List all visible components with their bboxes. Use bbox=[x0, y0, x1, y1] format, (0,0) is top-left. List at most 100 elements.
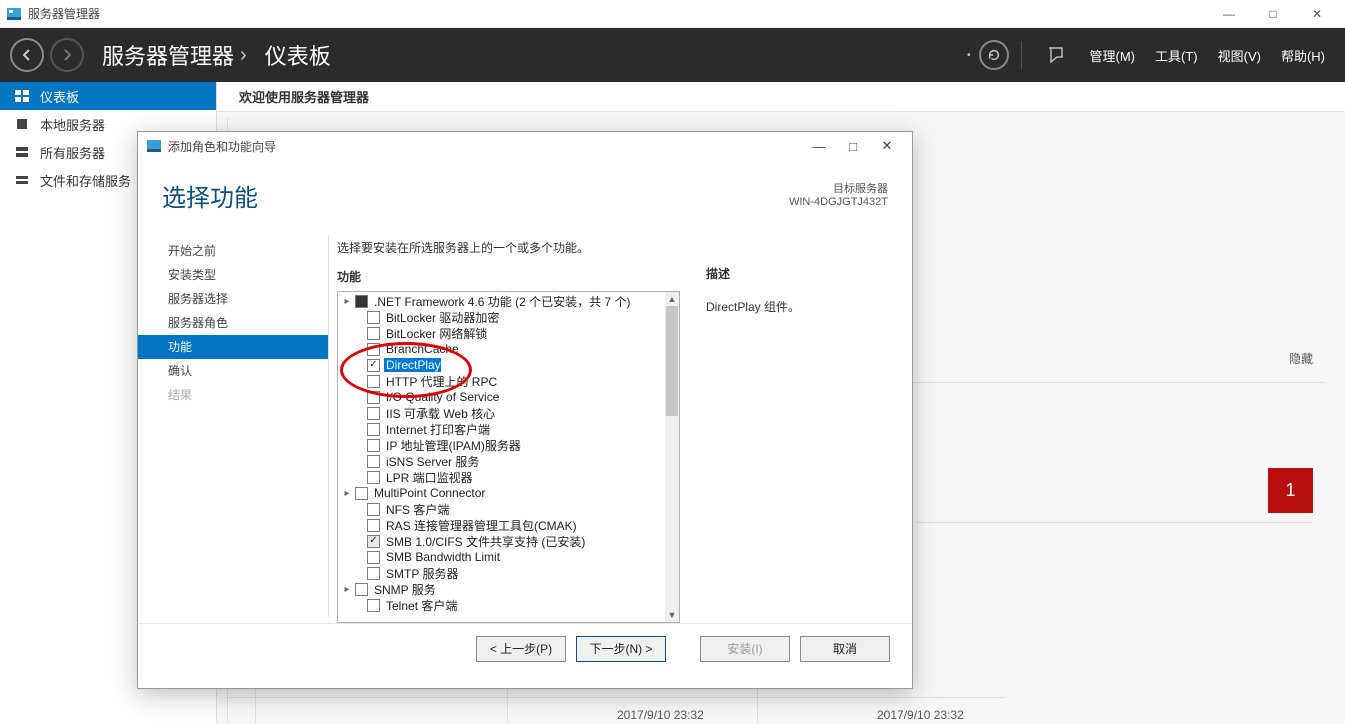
feature-checkbox[interactable] bbox=[367, 375, 380, 388]
feature-checkbox[interactable] bbox=[367, 503, 380, 516]
wizard-minimize-button[interactable]: ― bbox=[802, 133, 836, 159]
feature-item[interactable]: BitLocker 驱动器加密 bbox=[339, 309, 665, 325]
feature-item[interactable]: LPR 端口监视器 bbox=[339, 469, 665, 485]
feature-checkbox[interactable] bbox=[367, 599, 380, 612]
menu-help[interactable]: 帮助(H) bbox=[1271, 46, 1335, 65]
feature-item[interactable]: BranchCache bbox=[339, 341, 665, 357]
chevron-right-icon: › bbox=[240, 44, 247, 67]
hide-link[interactable]: 隐藏 bbox=[1289, 352, 1313, 366]
forward-button[interactable] bbox=[50, 38, 84, 72]
wizard-intro: 选择要安装在所选服务器上的一个或多个功能。 bbox=[337, 239, 680, 256]
feature-item[interactable]: DirectPlay bbox=[339, 357, 665, 373]
feature-item[interactable]: Internet 打印客户端 bbox=[339, 421, 665, 437]
feature-item[interactable]: I/O Quality of Service bbox=[339, 389, 665, 405]
feature-checkbox[interactable] bbox=[367, 551, 380, 564]
breadcrumb-root[interactable]: 服务器管理器 bbox=[102, 39, 234, 71]
feature-item[interactable]: SMB Bandwidth Limit bbox=[339, 549, 665, 565]
feature-checkbox[interactable] bbox=[355, 583, 368, 596]
menu-tools[interactable]: 工具(T) bbox=[1145, 46, 1208, 65]
scroll-down-icon[interactable]: ▼ bbox=[665, 608, 679, 622]
hide-link-panel: 隐藏 bbox=[1005, 340, 1325, 376]
feature-checkbox[interactable] bbox=[367, 535, 380, 548]
feature-checkbox[interactable] bbox=[367, 423, 380, 436]
feature-checkbox[interactable] bbox=[367, 519, 380, 532]
feature-checkbox[interactable] bbox=[367, 567, 380, 580]
feature-item[interactable]: HTTP 代理上的 RPC bbox=[339, 373, 665, 389]
feature-item[interactable]: NFS 客户端 bbox=[339, 501, 665, 517]
wizard-nav-confirm[interactable]: 确认 bbox=[162, 359, 328, 383]
refresh-button[interactable] bbox=[979, 40, 1009, 70]
scroll-up-icon[interactable]: ▲ bbox=[665, 292, 679, 306]
wizard-nav-install-type[interactable]: 安装类型 bbox=[162, 263, 328, 287]
expand-icon[interactable]: ▸ bbox=[341, 296, 353, 307]
features-list[interactable]: ▸.NET Framework 4.6 功能 (2 个已安装，共 7 个)Bit… bbox=[339, 293, 665, 621]
description-column: 描述 DirectPlay 组件。 bbox=[680, 239, 890, 623]
close-button[interactable]: ✕ bbox=[1295, 0, 1339, 28]
target-server-name: WIN-4DGJGTJ432T bbox=[789, 196, 888, 208]
notifications-flag-icon[interactable] bbox=[1040, 40, 1070, 70]
bg-divider bbox=[917, 522, 1313, 523]
minimize-button[interactable]: ― bbox=[1207, 0, 1251, 28]
maximize-button[interactable]: □ bbox=[1251, 0, 1295, 28]
feature-checkbox[interactable] bbox=[367, 455, 380, 468]
feature-item[interactable]: BitLocker 网络解锁 bbox=[339, 325, 665, 341]
wizard-nav-features[interactable]: 功能 bbox=[138, 335, 328, 359]
wizard-maximize-button[interactable]: □ bbox=[836, 133, 870, 159]
feature-item[interactable]: SMB 1.0/CIFS 文件共享支持 (已安装) bbox=[339, 533, 665, 549]
description-label: 描述 bbox=[706, 265, 890, 282]
back-button[interactable] bbox=[10, 38, 44, 72]
feature-item[interactable]: IIS 可承载 Web 核心 bbox=[339, 405, 665, 421]
feature-checkbox[interactable] bbox=[367, 439, 380, 452]
feature-checkbox[interactable] bbox=[367, 407, 380, 420]
feature-item[interactable]: SMTP 服务器 bbox=[339, 565, 665, 581]
wizard-close-button[interactable]: ✕ bbox=[870, 133, 904, 159]
feature-checkbox[interactable] bbox=[367, 391, 380, 404]
wizard-nav: 开始之前 安装类型 服务器选择 服务器角色 功能 确认 结果 bbox=[138, 229, 328, 623]
wizard-nav-results: 结果 bbox=[162, 383, 328, 407]
cancel-button[interactable]: 取消 bbox=[800, 636, 890, 662]
feature-item[interactable]: ▸SNMP 服务 bbox=[339, 581, 665, 597]
expand-icon[interactable]: ▸ bbox=[341, 584, 353, 595]
scrollbar[interactable]: ▲ ▼ bbox=[665, 292, 679, 622]
feature-item[interactable]: ▸MultiPoint Connector bbox=[339, 485, 665, 501]
feature-item[interactable]: ▸ .NET Framework 4.6 功能 (2 个已安装，共 7 个) bbox=[339, 293, 665, 309]
feature-checkbox[interactable] bbox=[367, 359, 380, 372]
feature-checkbox[interactable] bbox=[367, 327, 380, 340]
wizard-nav-server-select[interactable]: 服务器选择 bbox=[162, 287, 328, 311]
features-column: 选择要安装在所选服务器上的一个或多个功能。 功能 ▸.NET Framework… bbox=[337, 239, 680, 623]
feature-checkbox[interactable] bbox=[355, 487, 368, 500]
storage-icon bbox=[14, 172, 30, 188]
target-server-info: 目标服务器 WIN-4DGJGTJ432T bbox=[789, 178, 888, 208]
scroll-thumb[interactable] bbox=[666, 306, 678, 416]
feature-label: DirectPlay bbox=[384, 358, 441, 372]
sidebar-item-dashboard[interactable]: 仪表板 bbox=[0, 82, 216, 110]
menu-view[interactable]: 视图(V) bbox=[1208, 46, 1271, 65]
expand-icon[interactable]: ▸ bbox=[341, 488, 353, 499]
feature-checkbox[interactable] bbox=[355, 295, 368, 308]
feature-item[interactable]: Telnet 客户端 bbox=[339, 597, 665, 613]
wizard-header: 选择功能 目标服务器 WIN-4DGJGTJ432T bbox=[138, 160, 912, 219]
prev-button[interactable]: < 上一步(P) bbox=[476, 636, 566, 662]
feature-item[interactable]: IP 地址管理(IPAM)服务器 bbox=[339, 437, 665, 453]
wizard-footer: < 上一步(P) 下一步(N) > 安装(I) 取消 bbox=[138, 623, 912, 673]
feature-label: .NET Framework 4.6 功能 (2 个已安装，共 7 个) bbox=[372, 293, 630, 310]
feature-checkbox[interactable] bbox=[367, 471, 380, 484]
feature-label: BranchCache bbox=[384, 342, 459, 356]
welcome-header: 欢迎使用服务器管理器 bbox=[217, 82, 1345, 112]
wizard-body: 开始之前 安装类型 服务器选择 服务器角色 功能 确认 结果 选择要安装在所选服… bbox=[138, 219, 912, 623]
badge-count: 1 bbox=[1285, 480, 1295, 501]
next-button[interactable]: 下一步(N) > bbox=[576, 636, 666, 662]
breadcrumb-page[interactable]: 仪表板 bbox=[265, 39, 331, 71]
wizard-heading: 选择功能 bbox=[162, 178, 258, 213]
ribbon-divider bbox=[1021, 41, 1022, 69]
feature-checkbox[interactable] bbox=[367, 311, 380, 324]
feature-item[interactable]: iSNS Server 服务 bbox=[339, 453, 665, 469]
menu-manage[interactable]: 管理(M) bbox=[1080, 46, 1146, 65]
feature-label: IIS 可承载 Web 核心 bbox=[384, 405, 495, 422]
feature-label: SMTP 服务器 bbox=[384, 565, 458, 582]
wizard-nav-before[interactable]: 开始之前 bbox=[162, 239, 328, 263]
feature-item[interactable]: RAS 连接管理器管理工具包(CMAK) bbox=[339, 517, 665, 533]
wizard-nav-server-roles[interactable]: 服务器角色 bbox=[162, 311, 328, 335]
red-alert-badge[interactable]: 1 bbox=[1268, 468, 1313, 513]
feature-checkbox[interactable] bbox=[367, 343, 380, 356]
